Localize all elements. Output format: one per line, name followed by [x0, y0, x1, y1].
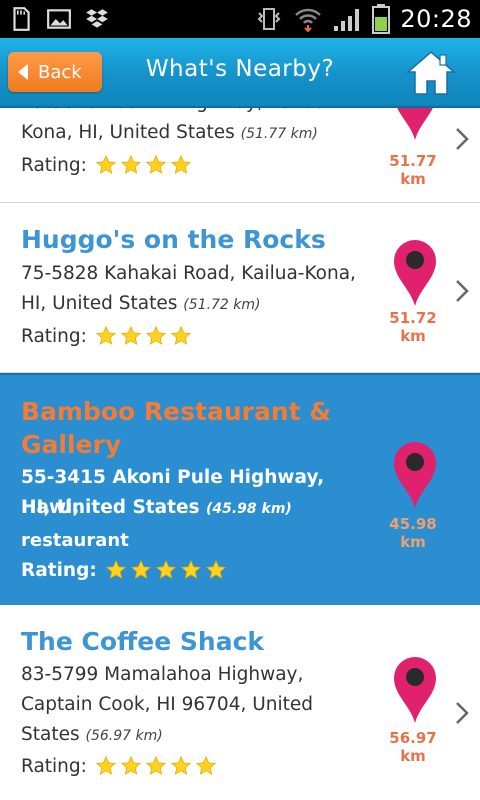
star-icon — [130, 559, 151, 579]
nearby-list: 75-5828 Kuakini Highway, Kailua Kona, HI… — [0, 108, 480, 800]
star-icon — [120, 154, 141, 174]
home-icon[interactable] — [406, 50, 456, 96]
star-icon — [170, 154, 191, 174]
address-line-1: 75-5828 Kuakini Highway, Kailua — [21, 108, 371, 118]
star-rating — [95, 325, 192, 347]
map-pin-icon — [394, 657, 436, 723]
clock: 20:28 — [400, 5, 472, 33]
list-item[interactable]: The Coffee Shack 83-5799 Mamalahoa Highw… — [0, 605, 480, 800]
list-item-selected[interactable]: Bamboo Restaurant & Gallery 55-3415 Akon… — [0, 373, 480, 605]
distance-label: 56.97 km — [389, 729, 437, 765]
address-line-1: 83-5799 Mamalahoa Highway, — [21, 664, 304, 685]
address-line-2: Captain Cook, HI 96704, United — [21, 694, 314, 715]
star-icon — [155, 559, 176, 579]
star-icon — [170, 325, 191, 345]
distance-label: 51.77 km — [389, 152, 437, 188]
chevron-right-icon — [456, 702, 469, 724]
status-bar: 20:28 — [0, 0, 480, 38]
star-icon — [145, 325, 166, 345]
chevron-right-icon — [456, 280, 469, 302]
star-icon — [195, 755, 216, 775]
star-icon — [145, 755, 166, 775]
address-line-3: States (56.97 km) — [21, 724, 163, 745]
battery-icon — [372, 4, 391, 34]
sd-card-icon — [13, 7, 30, 31]
rating: Rating: — [21, 154, 192, 176]
distance-label: 45.98 km — [389, 515, 437, 551]
star-rating — [105, 559, 227, 581]
map-pin-icon — [394, 442, 436, 508]
star-icon — [180, 559, 201, 579]
wifi-icon — [295, 8, 322, 33]
rating: Rating: — [21, 325, 192, 347]
address-line-2: Kona, HI, United States (51.77 km) — [21, 122, 318, 143]
star-icon — [105, 559, 126, 579]
list-item[interactable]: Huggo's on the Rocks 75-5828 Kahakai Roa… — [0, 203, 480, 373]
address-line-2: HI, United States (45.98 km) — [21, 497, 292, 518]
address-line-1: 75-5828 Kahakai Road, Kailua-Kona, — [21, 263, 356, 284]
signal-icon — [334, 9, 360, 31]
star-icon — [120, 325, 141, 345]
title-bar: Back What's Nearby? — [0, 38, 480, 108]
map-pin-icon — [394, 240, 436, 306]
gallery-icon — [47, 9, 71, 29]
category-label: restaurant — [21, 530, 129, 551]
star-icon — [205, 559, 226, 579]
dropbox-icon — [86, 9, 108, 28]
star-icon — [95, 325, 116, 345]
rating: Rating: — [21, 755, 217, 777]
distance-label: 51.72 km — [389, 309, 437, 345]
place-name: The Coffee Shack — [21, 627, 265, 656]
star-icon — [120, 755, 141, 775]
chevron-right-icon — [456, 128, 469, 150]
star-rating — [95, 755, 217, 777]
address-line-2: HI, United States (51.72 km) — [21, 293, 261, 314]
vibrate-icon — [257, 8, 281, 30]
list-item[interactable]: 75-5828 Kuakini Highway, Kailua Kona, HI… — [0, 108, 480, 203]
star-icon — [95, 755, 116, 775]
place-name: Huggo's on the Rocks — [21, 225, 326, 254]
map-pin-icon — [397, 108, 433, 140]
rating: Rating: — [21, 559, 227, 581]
star-rating — [95, 154, 192, 176]
place-name: Bamboo Restaurant & Gallery — [21, 397, 332, 459]
star-icon — [95, 154, 116, 174]
star-icon — [170, 755, 191, 775]
star-icon — [145, 154, 166, 174]
